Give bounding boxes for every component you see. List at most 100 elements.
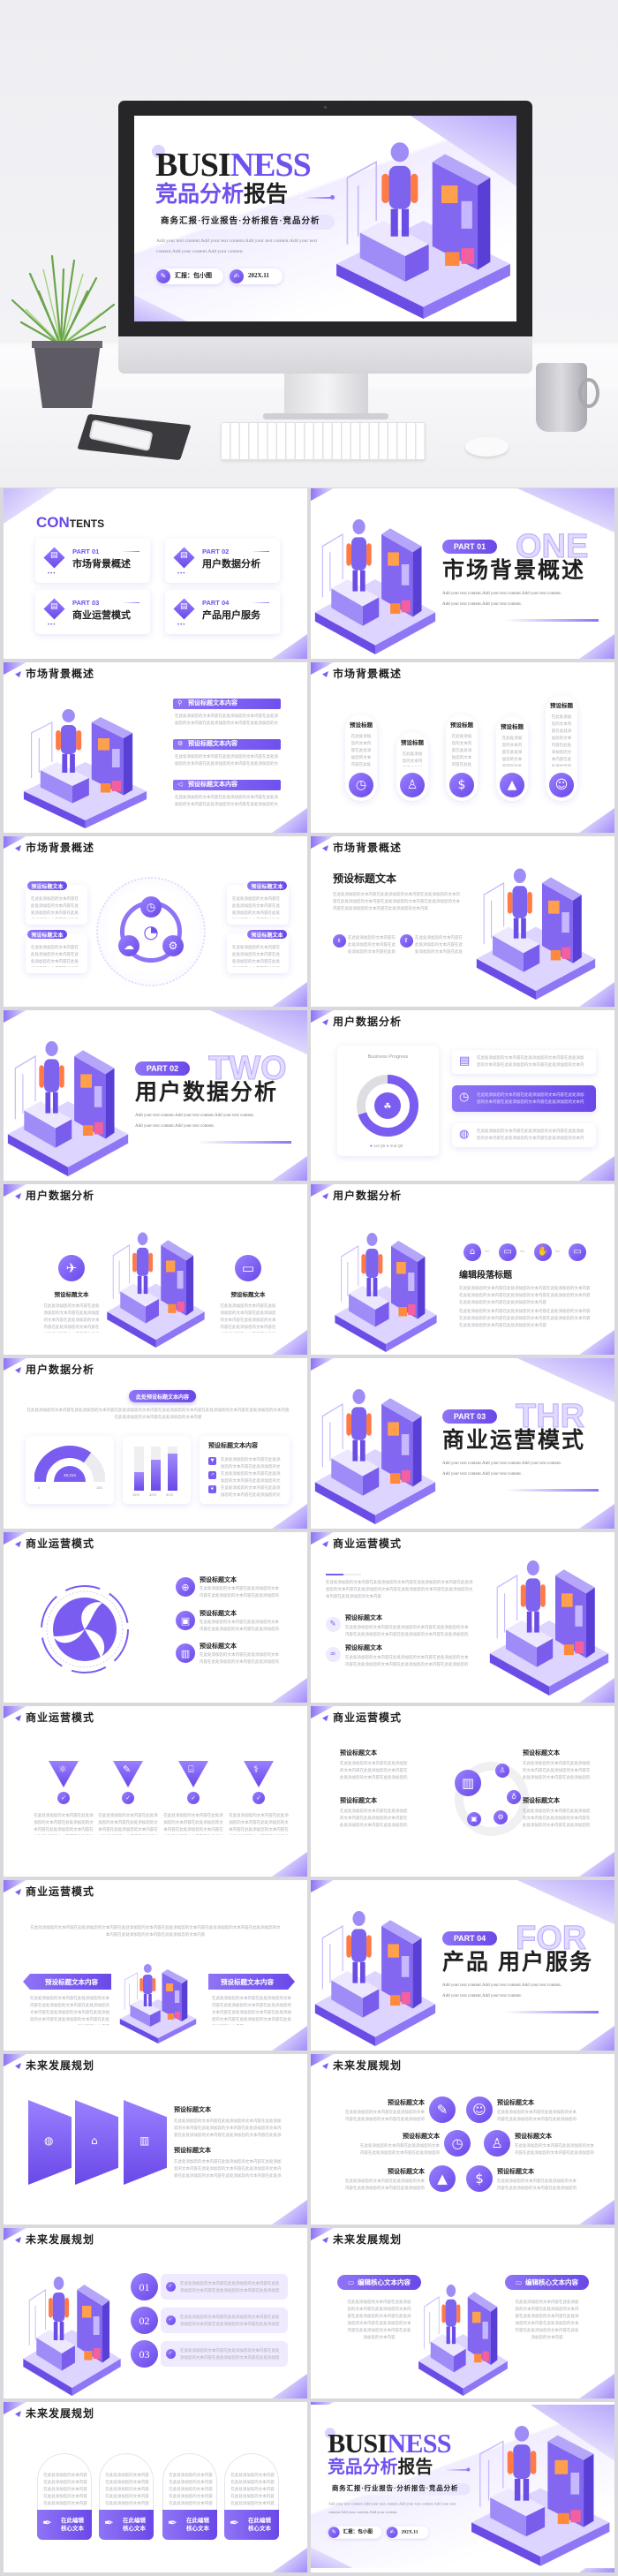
cover-slide-content: BUSINESS 竞品分析报告 商务汇报·行业报告·分析报告·竞品分析 Add … xyxy=(134,116,516,321)
document-icon: ▤ xyxy=(50,602,58,611)
slide-market-2[interactable]: 市场背景概述预设标题在此处添加您的文本内容在此处添加您的文本内容在此处添加您的文… xyxy=(311,662,614,833)
placeholder-text: 在此处添加您的文本内容在此处添加您的文本内容在此处添加您的文本内容在此处添加您的… xyxy=(212,1996,291,2025)
slide-future-4[interactable]: 未来发展规划 ▭ 编辑核心文本内容 在此处添加您的文本内容在此处添加您的文本内容在此处… xyxy=(311,2228,614,2398)
slide-user-2[interactable]: 用户数据分析 ✈ 预设标题文本 在此处添加您的文本内容在此处添加您的文本内容在此处添加… xyxy=(4,1184,307,1355)
row-icon: ◍ xyxy=(459,1128,470,1141)
corner-decoration xyxy=(579,2200,614,2225)
corner-decoration xyxy=(4,1706,26,1719)
slide-title: 商业运营模式 xyxy=(333,1537,403,1550)
item-label: 预设标题文本 xyxy=(388,2168,425,2175)
placeholder-text: 在此处添加您的文本内容在此处添加您的文本内容在此处添加您的文本内容在此处添加您的… xyxy=(200,1652,279,1664)
lifebuoy-icon: ⊕ xyxy=(176,1577,195,1597)
part-label-pill: PART 01 xyxy=(442,540,497,554)
placeholder-text: 在此处添加您的文本内容在此处添加您的文本内容在此处添加您的文本内容在此处添加您的… xyxy=(43,2473,87,2505)
placeholder-text: 在此处添加您的文本内容在此处添加您的文本内容在此处添加您的文本内容在此处添加您的… xyxy=(230,2473,275,2505)
placeholder-text: 在此处添加您的文本内容在此处添加您的文本内容在此处添加您的文本内容在此处添加您的… xyxy=(347,2300,411,2339)
slide-title: 市场背景概述 xyxy=(26,842,95,854)
slide-contents[interactable]: CONTENTS ▤ ••• PART 01 市场背景概述 ▤ ••• PART… xyxy=(4,488,307,659)
reporter-badge: ✎ 汇报：包小图 xyxy=(156,268,223,284)
slide-title: 用户数据分析 xyxy=(26,1364,95,1376)
contents-item-4[interactable]: ▤ ••• PART 04 产品用户服务 xyxy=(165,590,280,634)
contents-item-2[interactable]: ▤ ••• PART 02 用户数据分析 xyxy=(165,539,280,583)
slide-title: 市场背景概述 xyxy=(26,668,95,680)
placeholder-text: 在此处添加您的文本内容在此处添加您的文本内容在此处添加您的文本内容在此处添加您的… xyxy=(477,1129,584,1140)
slide-part-02[interactable]: TWO PART 02 用户数据分析 Add your text content.Ad… xyxy=(4,1010,307,1181)
part-description: Add your text content.Add your text cont… xyxy=(442,1994,522,1998)
slide-business-1[interactable]: 商业运营模式 ⊕ 预设标题文本 在此处添加您的文本内容在此处添加您的文本内容在此处添… xyxy=(4,1532,307,1703)
arch-card-footer: ✒ 在此编辑核心文本 xyxy=(99,2510,154,2540)
cloud-download-icon: ☁ xyxy=(118,935,139,956)
bar-icon: ◁ xyxy=(177,781,183,788)
map-icon: ▥ xyxy=(176,1643,195,1663)
slide-part-04[interactable]: FOR PART 04 产品 用户服务 Add your text content.A… xyxy=(311,1880,614,2051)
contents-part-label: PART 04 xyxy=(202,599,230,607)
core-text-pill: ▭ 编辑核心文本内容 xyxy=(505,2275,589,2290)
placeholder-text: 在此处添加您的文本内容在此处添加您的文本内容在此处添加您的文本内容在此处添加您的… xyxy=(501,736,523,767)
bar-3 xyxy=(168,1453,177,1491)
slide-future-3[interactable]: 未来发展规划 01 ✓ 在此处添加您的文本内容在此处添加您的文本内容在此处添加您的文… xyxy=(4,2228,307,2398)
bar-label: 25% xyxy=(132,1492,140,1497)
paragraph-title: 编辑段落标题 xyxy=(459,1271,512,1280)
slide-market-3[interactable]: 市场背景概述 ◔ ◷ ☁ ⚙ 在此处添加您的文本内容在此处添加您的文本内容在此处添加您的文… xyxy=(4,836,307,1007)
laptop-icon: ▭ xyxy=(515,2278,523,2286)
person-icon: ♙ xyxy=(495,1764,509,1778)
infinity-icon: ∞ xyxy=(325,1646,341,1662)
cover-subtitle: 竞品分析报告 xyxy=(328,2458,433,2477)
slide-user-1[interactable]: 用户数据分析 Business Progress ☘ ● 1st Qtr ● 2… xyxy=(311,1010,614,1181)
slide-end-cover[interactable]: BUSINESS 竞品分析报告 商务汇报·行业报告·分析报告·竞品分析 Add … xyxy=(311,2402,614,2572)
dollar-icon: $ xyxy=(449,773,474,797)
slide-part-01[interactable]: ONE PART 01 市场背景概述 Add your text content.Ad… xyxy=(311,488,614,659)
title-marker-icon xyxy=(15,2411,21,2417)
placeholder-text: 在此处添加您的文本内容在此处添加您的文本内容在此处添加您的文本内容在此处添加您的… xyxy=(451,734,472,767)
slide-business-4[interactable]: 商业运营模式 ▥ ♙ ♁ ⚙ ▣ 预设标题文本 在此处添加您的文本内容在此处添加您的文本内容在… xyxy=(311,1706,614,1877)
growth-chart-icon: ▲ xyxy=(500,773,524,797)
part-title: 商业运营模式 xyxy=(442,1428,586,1453)
monitor-camera xyxy=(324,106,327,109)
monitor-stand-base xyxy=(263,413,388,419)
list-title: 预设标题文本内容 xyxy=(208,1443,258,1449)
title-marker-icon xyxy=(322,2063,328,2069)
footer-label: 在此编辑核心文本 xyxy=(123,2518,146,2532)
item-label: 预设标题文本 xyxy=(403,2133,440,2140)
contents-item-3[interactable]: ▤ ••• PART 03 商业运营模式 xyxy=(35,590,150,634)
slide-user-4[interactable]: 用户数据分析 此处预设标题文本内容 在此处添加您的文本内容在此处添加您的文本内容在此… xyxy=(4,1358,307,1529)
slide-market-1[interactable]: 市场背景概述 ⚲ 预设标题文本内容 在此处添加您的文本内容在此处添加您的文本内容在此… xyxy=(4,662,307,833)
corner-decoration xyxy=(272,634,307,659)
corner-decoration xyxy=(4,1184,26,1197)
contents-item-1[interactable]: ▤ ••• PART 01 市场背景概述 xyxy=(35,539,150,583)
slide-future-2[interactable]: 未来发展规划 ✎ 预设标题文本 在此处添加您的文本内容在此处添加您的文本内容在此处添加… xyxy=(311,2054,614,2225)
slide-business-2[interactable]: 商业运营模式 在此处添加您的文本内容在此处添加您的文本内容在此处添加您的文本内容在… xyxy=(311,1532,614,1703)
slide-future-5[interactable]: 未来发展规划 在此处添加您的文本内容在此处添加您的文本内容在此处添加您的文本内容在… xyxy=(4,2402,307,2572)
line-dot-decoration xyxy=(122,602,139,603)
placeholder-text: 在此处添加您的文本内容在此处添加您的文本内容在此处添加您的文本内容在此处添加您的… xyxy=(31,896,79,918)
cover-slide-content: BUSINESS 竞品分析报告 商务汇报·行业报告·分析报告·竞品分析 Add … xyxy=(311,2405,614,2569)
placeholder-text: 在此处添加您的文本内容在此处添加您的文本内容在此处添加您的文本内容在此处添加您的… xyxy=(515,2300,579,2339)
slide-business-3[interactable]: 商业运营模式 ⚛ ✓ 在此处添加您的文本内容在此处添加您的文本内容在此处添加您的文本内… xyxy=(4,1706,307,1877)
chart-icon: ↗ xyxy=(208,1471,216,1479)
corner-decoration xyxy=(272,2026,307,2051)
item-label: 预设标题文本 xyxy=(523,1750,560,1756)
part-label-pill: PART 02 xyxy=(135,1061,190,1076)
reporter-text: 汇报：包小图 xyxy=(343,2528,373,2534)
contents-part-label: PART 03 xyxy=(72,599,100,607)
globe-icon: ◍ xyxy=(44,2134,54,2147)
cover-subtitle-black: 报告 xyxy=(244,182,289,207)
part-title: 市场背景概述 xyxy=(442,558,586,583)
end-cover-wrapper: BUSINESS 竞品分析报告 商务汇报·行业报告·分析报告·竞品分析 Add … xyxy=(311,2405,614,2569)
slide-title: 用户数据分析 xyxy=(333,1016,403,1028)
item-label: 预设标题文本 xyxy=(200,1610,237,1617)
info-row: ◍ 在此处添加您的文本内容在此处添加您的文本内容在此处添加您的文本内容在此处添加您… xyxy=(452,1123,596,1147)
gear-icon: ⚙ xyxy=(162,935,184,956)
slide-future-1[interactable]: 未来发展规划 ◍ ⌂ ▥ 预设标题文本 在此处添加您的文本内容在此处添加您的文本内容在此处… xyxy=(4,2054,307,2225)
slide-part-03[interactable]: THR PART 03 商业运营模式 Add your text content.Ad… xyxy=(311,1358,614,1529)
arrow-banner-left: 预设标题文本内容 xyxy=(23,1974,111,1990)
title-bar: ⚲ 预设标题文本内容 xyxy=(173,699,281,709)
placeholder-text: 在此处添加您的文本内容在此处添加您的文本内容在此处添加您的文本内容在此处添加您的… xyxy=(175,795,278,806)
contents-part-title: 市场背景概述 xyxy=(72,559,131,570)
cover-title: BUSINESS xyxy=(155,147,312,185)
slide-business-5[interactable]: 商业运营模式 在此处添加您的文本内容在此处添加您的文本内容在此处添加您的文本内容在… xyxy=(4,1880,307,2051)
bar-chart-icon: ▥ xyxy=(139,2134,150,2147)
slide-user-3[interactable]: 用户数据分析 ⌂ ⇐ ▭ ⇐ ✋ ⇐ ▭ 编辑段落标题 在此处添加您的文本内容在此处添加您的文本… xyxy=(311,1184,614,1355)
slide-market-4[interactable]: 市场背景概述 预设标题文本 在此处添加您的文本内容在此处添加您的文本内容在此处添加您… xyxy=(311,836,614,1007)
placeholder-text: 在此处添加您的文本内容在此处添加您的文本内容在此处添加您的文本内容在此处添加您的… xyxy=(175,754,278,766)
